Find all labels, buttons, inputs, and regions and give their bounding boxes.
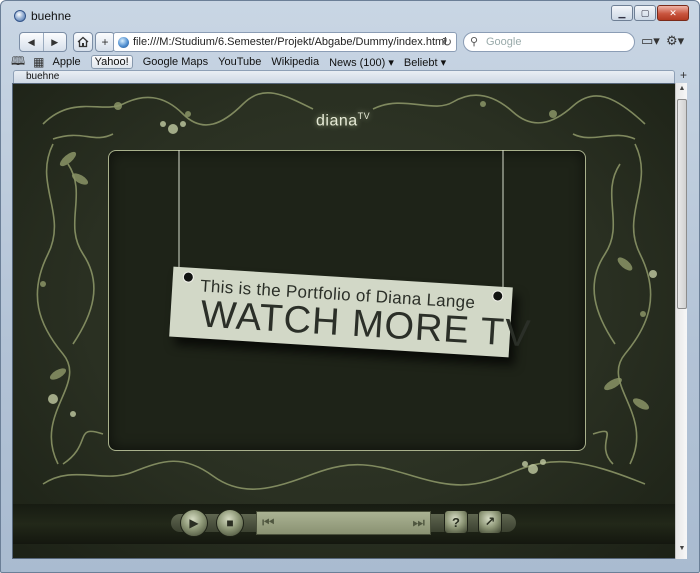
media-control-bar: ▶ ■ ⏮ ⏭ ? ↗ bbox=[13, 504, 675, 544]
maximize-button[interactable]: ▢ bbox=[634, 5, 656, 21]
bookmark-google-maps[interactable]: Google Maps bbox=[143, 56, 208, 68]
play-icon: ▶ bbox=[189, 516, 199, 530]
add-bookmark-button[interactable]: + bbox=[95, 32, 115, 52]
plus-icon: + bbox=[101, 35, 109, 49]
forward-button[interactable]: ▶ bbox=[42, 33, 67, 51]
tab-buehne[interactable]: buehne bbox=[13, 70, 675, 83]
nav-buttons: ◀ ▶ bbox=[19, 32, 67, 52]
search-field[interactable]: ⚲ bbox=[463, 32, 635, 52]
question-icon: ? bbox=[452, 514, 460, 530]
settings-menu-button[interactable]: ⚙▾ bbox=[666, 33, 684, 49]
chevron-down-icon: ▾ bbox=[440, 56, 447, 69]
stop-icon: ■ bbox=[226, 516, 234, 530]
sign-hole-right bbox=[491, 290, 504, 302]
bookmark-wikipedia[interactable]: Wikipedia bbox=[271, 56, 319, 68]
browser-window: buehne ▁ ▢ ✕ ◀ ▶ + file:///M:/Studium/6.… bbox=[0, 0, 700, 573]
scroll-thumb[interactable] bbox=[677, 99, 687, 309]
vertical-scrollbar[interactable]: ▲ ▼ bbox=[675, 83, 687, 559]
progress-bar[interactable]: ⏮ ⏭ bbox=[256, 511, 431, 535]
bookmark-beliebt-label: Beliebt bbox=[403, 56, 438, 69]
skip-back-icon[interactable]: ⏮ bbox=[262, 514, 275, 531]
window-controls: ▁ ▢ ✕ bbox=[611, 5, 689, 21]
fullscreen-button[interactable]: ↗ bbox=[478, 510, 502, 534]
bookmark-yahoo[interactable]: Yahoo! bbox=[90, 55, 133, 69]
address-text: file:///M:/Studium/6.Semester/Projekt/Ab… bbox=[133, 36, 447, 48]
back-arrow-icon: ◀ bbox=[27, 36, 35, 47]
safari-icon bbox=[14, 10, 26, 22]
window-title: buehne bbox=[31, 9, 72, 23]
page-viewport: dianaTV This is the Portfolio of Diana L… bbox=[12, 83, 687, 559]
bookmarks-bar: 🕮 ▦ Apple Yahoo! Google Maps YouTube Wik… bbox=[11, 54, 691, 70]
bookmark-news[interactable]: News (100) ▾ bbox=[329, 56, 394, 69]
toolbar: ◀ ▶ + file:///M:/Studium/6.Semester/Proj… bbox=[11, 32, 691, 54]
globe-icon bbox=[118, 37, 129, 48]
chevron-down-icon: ▾ bbox=[388, 56, 394, 69]
home-button[interactable] bbox=[73, 32, 93, 52]
search-icon: ⚲ bbox=[470, 36, 479, 48]
forward-arrow-icon: ▶ bbox=[51, 36, 59, 47]
scroll-down-arrow-icon[interactable]: ▼ bbox=[677, 545, 687, 557]
bookmark-youtube[interactable]: YouTube bbox=[218, 56, 261, 68]
gear-icon: ⚙▾ bbox=[666, 33, 685, 48]
minimize-button[interactable]: ▁ bbox=[611, 5, 633, 21]
stop-button[interactable]: ■ bbox=[216, 509, 244, 537]
address-bar[interactable]: file:///M:/Studium/6.Semester/Projekt/Ab… bbox=[113, 32, 457, 52]
scroll-up-arrow-icon[interactable]: ▲ bbox=[677, 85, 687, 97]
page-icon: ▭▾ bbox=[641, 33, 660, 48]
reload-icon[interactable]: ↻ bbox=[442, 35, 452, 49]
tab-label: buehne bbox=[26, 71, 60, 82]
tab-bar: buehne + bbox=[11, 68, 691, 83]
bookmark-news-label: News (100) bbox=[329, 56, 386, 69]
bookmark-apple[interactable]: Apple bbox=[53, 56, 81, 68]
back-button[interactable]: ◀ bbox=[20, 33, 43, 51]
search-input[interactable] bbox=[486, 35, 626, 49]
help-button[interactable]: ? bbox=[444, 510, 468, 534]
grid-icon[interactable]: ▦ bbox=[33, 55, 44, 69]
page-menu-button[interactable]: ▭▾ bbox=[641, 33, 660, 49]
bookmark-beliebt[interactable]: Beliebt ▾ bbox=[404, 56, 446, 69]
stage: dianaTV This is the Portfolio of Diana L… bbox=[13, 84, 675, 558]
title-bar: buehne ▁ ▢ ✕ bbox=[1, 1, 699, 31]
home-icon bbox=[77, 36, 89, 48]
expand-arrow-icon: ↗ bbox=[484, 514, 496, 529]
new-tab-button[interactable]: + bbox=[680, 68, 687, 82]
skip-forward-icon[interactable]: ⏭ bbox=[412, 514, 425, 531]
close-button[interactable]: ✕ bbox=[657, 5, 689, 21]
sign-hole-left bbox=[182, 271, 195, 283]
play-button[interactable]: ▶ bbox=[180, 509, 208, 537]
